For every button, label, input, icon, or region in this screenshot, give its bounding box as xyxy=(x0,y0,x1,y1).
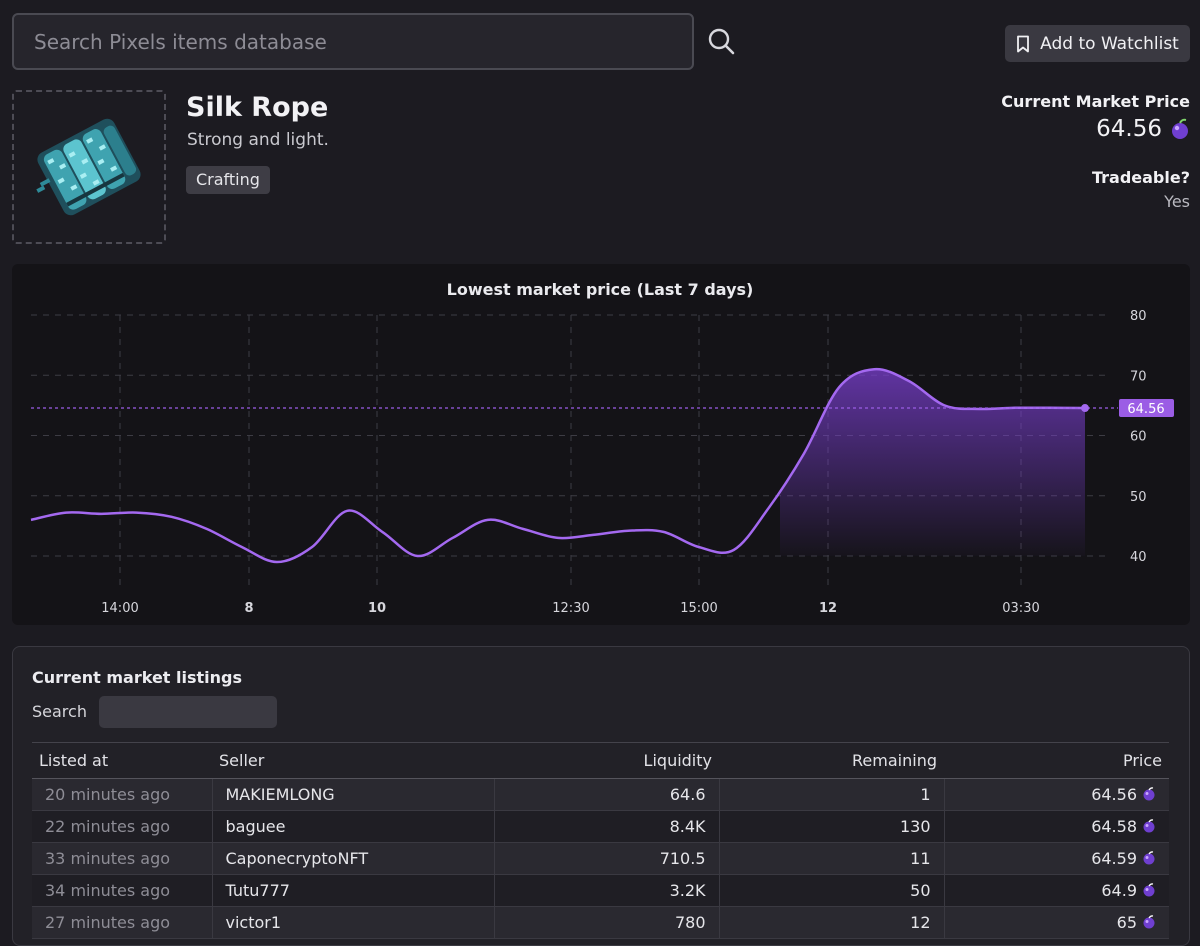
listing-listed-at: 34 minutes ago xyxy=(32,874,212,907)
bookmark-icon xyxy=(1017,35,1030,52)
listing-remaining: 12 xyxy=(718,906,944,939)
listings-title: Current market listings xyxy=(32,668,243,687)
berry-coin-icon xyxy=(1143,787,1155,801)
listing-listed-at: 20 minutes ago xyxy=(32,778,212,811)
listing-row[interactable]: 22 minutes ago baguee 8.4K 130 64.58 xyxy=(32,810,1169,843)
berry-coin-icon xyxy=(1143,883,1155,897)
category-tag[interactable]: Crafting xyxy=(186,166,270,194)
price-chart-panel xyxy=(12,264,1190,625)
listing-price: 64.59 xyxy=(943,842,1169,875)
listing-price-value: 64.59 xyxy=(1091,849,1137,868)
silk-rope-icon xyxy=(36,118,141,216)
listing-row[interactable]: 20 minutes ago MAKIEMLONG 64.6 1 64.56 xyxy=(32,778,1169,811)
add-to-watchlist-button[interactable]: Add to Watchlist xyxy=(1005,25,1190,62)
listing-row[interactable]: 34 minutes ago Tutu777 3.2K 50 64.9 xyxy=(32,874,1169,907)
tradeable-label: Tradeable? xyxy=(1091,168,1190,187)
search-icon[interactable] xyxy=(704,24,740,60)
listing-liquidity: 8.4K xyxy=(493,810,719,843)
item-image xyxy=(12,90,166,244)
listing-remaining: 50 xyxy=(718,874,944,907)
berry-coin-icon xyxy=(1143,915,1155,929)
watchlist-label: Add to Watchlist xyxy=(1040,33,1179,54)
item-search-box[interactable] xyxy=(12,13,694,70)
column-header-remaining[interactable]: Remaining xyxy=(719,742,944,779)
current-market-price-label: Current Market Price xyxy=(1001,92,1190,111)
listing-seller[interactable]: baguee xyxy=(211,810,494,843)
listing-row[interactable]: 27 minutes ago victor1 780 12 65 xyxy=(32,906,1169,939)
column-header-price[interactable]: Price xyxy=(944,742,1169,779)
tradeable-value: Yes xyxy=(1164,192,1190,211)
item-description: Strong and light. xyxy=(187,130,329,150)
current-market-price: 64.56 xyxy=(1096,116,1190,142)
listing-listed-at: 22 minutes ago xyxy=(32,810,212,843)
item-title: Silk Rope xyxy=(186,92,329,123)
berry-coin-icon xyxy=(1143,819,1155,833)
listing-row[interactable]: 33 minutes ago CaponecryptoNFT 710.5 11 64.5… xyxy=(32,842,1169,875)
listing-seller[interactable]: MAKIEMLONG xyxy=(211,778,494,811)
column-header-seller[interactable]: Seller xyxy=(212,742,494,779)
listing-price-value: 64.56 xyxy=(1091,785,1137,804)
listings-table: Listed at Seller Liquidity Remaining Pri… xyxy=(32,742,1169,939)
listing-price-value: 64.58 xyxy=(1091,817,1137,836)
column-header-liquidity[interactable]: Liquidity xyxy=(494,742,719,779)
item-search-input[interactable] xyxy=(14,15,692,68)
berry-coin-icon xyxy=(1172,118,1188,139)
berry-coin-icon xyxy=(1143,851,1155,865)
current-market-price-value: 64.56 xyxy=(1096,116,1162,142)
listing-liquidity: 780 xyxy=(493,906,719,939)
listing-listed-at: 27 minutes ago xyxy=(32,906,212,939)
listing-price-value: 64.9 xyxy=(1101,881,1137,900)
listing-remaining: 11 xyxy=(718,842,944,875)
listing-price: 65 xyxy=(943,906,1169,939)
listing-price-value: 65 xyxy=(1116,913,1137,932)
listing-remaining: 1 xyxy=(718,778,944,811)
listing-seller[interactable]: victor1 xyxy=(211,906,494,939)
listing-seller[interactable]: Tutu777 xyxy=(211,874,494,907)
listing-liquidity: 3.2K xyxy=(493,874,719,907)
listing-liquidity: 64.6 xyxy=(493,778,719,811)
listing-listed-at: 33 minutes ago xyxy=(32,842,212,875)
listing-price: 64.9 xyxy=(943,874,1169,907)
column-header-listed-at[interactable]: Listed at xyxy=(32,742,212,779)
listings-search-input[interactable] xyxy=(99,696,277,728)
listing-price: 64.56 xyxy=(943,778,1169,811)
listing-remaining: 130 xyxy=(718,810,944,843)
listing-seller[interactable]: CaponecryptoNFT xyxy=(211,842,494,875)
listings-search-label: Search xyxy=(32,702,87,721)
listing-liquidity: 710.5 xyxy=(493,842,719,875)
listing-price: 64.58 xyxy=(943,810,1169,843)
chart-title: Lowest market price (Last 7 days) xyxy=(446,280,754,299)
